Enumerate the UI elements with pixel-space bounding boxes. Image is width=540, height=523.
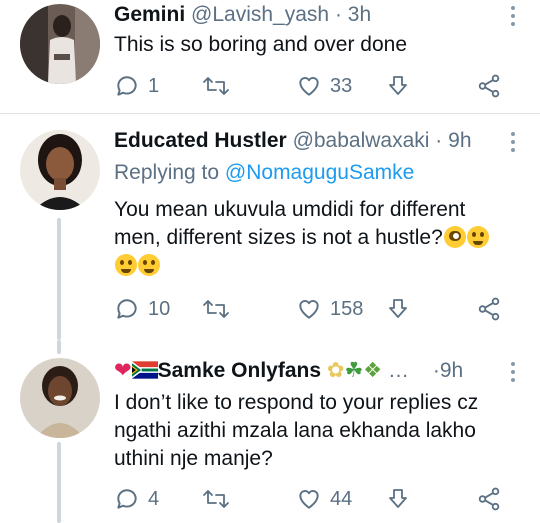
more-icon[interactable]: [510, 6, 516, 30]
tweet-text: I don’t like to respond to your replies …: [114, 389, 514, 473]
tweet-text: This is so boring and over done: [114, 33, 408, 56]
separator: ·: [334, 3, 342, 26]
retweet-icon: [203, 300, 229, 318]
like-icon: [299, 77, 319, 96]
user-handle[interactable]: @Lavish_yash: [191, 3, 329, 26]
thread-line: [57, 442, 61, 523]
tweet-actions: 10 158: [114, 294, 514, 324]
tweet-text-line: ngathi azithi mzala lana ekhanda lakho: [114, 419, 476, 442]
reply-count: 1: [148, 74, 160, 97]
retweet-icon: [203, 77, 229, 95]
reply-button[interactable]: 4: [114, 484, 159, 514]
timestamp[interactable]: 9h: [448, 129, 471, 152]
download-button[interactable]: [386, 294, 410, 324]
tweet-header: Educated Hustler @babalwaxaki · 9h: [114, 128, 472, 154]
reply-count: 10: [148, 297, 171, 320]
tweet-actions: 4 44: [114, 484, 514, 514]
tweet-text-line: [114, 252, 514, 280]
thread-line: [57, 340, 61, 354]
tweet-header: Gemini @Lavish_yash · 3h: [114, 2, 371, 28]
tweet-header: ❤ Samke Onlyfans ✿☘❖ … ·9h: [114, 358, 463, 384]
display-name[interactable]: Samke Onlyfans: [158, 359, 321, 382]
shamrock-emoji: ☘: [344, 359, 364, 382]
tweet-2[interactable]: Educated Hustler @babalwaxaki · 9h Reply…: [0, 114, 540, 340]
share-button[interactable]: [476, 71, 502, 101]
avatar[interactable]: [20, 4, 100, 84]
tweet-text-line: men, different sizes is not a hustle?: [114, 224, 514, 252]
retweet-button[interactable]: [202, 294, 238, 324]
reply-icon: [117, 76, 137, 96]
south-africa-flag-icon: [131, 361, 158, 379]
more-icon[interactable]: [510, 362, 516, 386]
like-count: 33: [330, 74, 353, 97]
tweet-text-line: I don’t like to respond to your replies …: [114, 391, 479, 414]
tweet-text-line-content: men, different sizes is not a hustle?: [114, 226, 443, 249]
display-name[interactable]: Gemini: [114, 3, 185, 26]
reply-icon: [117, 299, 137, 319]
rofl-emoji: [138, 254, 160, 276]
like-button[interactable]: 33: [296, 71, 352, 101]
replying-label: Replying to: [114, 161, 220, 184]
rofl-emoji: [466, 226, 489, 248]
share-icon: [478, 74, 500, 98]
like-count: 44: [330, 487, 353, 510]
tweet-actions: 1 33: [114, 71, 514, 101]
download-icon: [389, 76, 407, 95]
tweet-text: You mean ukuvula umdidi for different me…: [114, 196, 514, 280]
mention-link[interactable]: @NomaguguSamke: [225, 161, 414, 184]
like-icon: [299, 490, 319, 509]
more-icon[interactable]: [510, 132, 516, 156]
share-button[interactable]: [476, 294, 502, 324]
reply-button[interactable]: 10: [114, 294, 170, 324]
thread-line: [57, 218, 61, 340]
red-heart-emoji: ❤: [114, 359, 132, 382]
reply-count: 4: [148, 487, 160, 510]
separator: ·: [432, 359, 440, 382]
reply-button[interactable]: 1: [114, 71, 159, 101]
reply-icon: [117, 489, 137, 509]
replying-to: Replying to @NomaguguSamke: [114, 160, 414, 186]
retweet-icon: [203, 490, 229, 508]
tweet-3[interactable]: ❤ Samke Onlyfans ✿☘❖ … ·9h I don’t like t…: [0, 340, 540, 523]
user-handle[interactable]: …: [388, 359, 409, 382]
flushed-face-emoji: [443, 226, 466, 248]
timestamp[interactable]: 3h: [348, 3, 371, 26]
share-icon: [478, 487, 500, 511]
tweet-text-line: You mean ukuvula umdidi for different: [114, 198, 466, 221]
tweet-text-line: uthini nje manje?: [114, 447, 273, 470]
tweet-1[interactable]: Gemini @Lavish_yash · 3h This is so bori…: [0, 0, 540, 112]
download-icon: [389, 489, 407, 508]
retweet-button[interactable]: [202, 484, 238, 514]
download-button[interactable]: [386, 71, 410, 101]
separator: ·: [435, 129, 443, 152]
like-button[interactable]: 44: [296, 484, 352, 514]
share-button[interactable]: [476, 484, 502, 514]
timestamp[interactable]: 9h: [440, 359, 463, 382]
download-icon: [389, 299, 407, 318]
blossom-emoji: ✿: [326, 359, 345, 382]
user-handle[interactable]: @babalwaxaki: [293, 129, 430, 152]
display-name[interactable]: Educated Hustler: [114, 129, 287, 152]
bamboo-emoji: ❖: [363, 359, 383, 382]
retweet-button[interactable]: [202, 71, 238, 101]
avatar[interactable]: [20, 358, 100, 438]
download-button[interactable]: [386, 484, 410, 514]
share-icon: [478, 297, 500, 321]
like-button[interactable]: 158: [296, 294, 363, 324]
avatar[interactable]: [20, 130, 100, 210]
rofl-emoji: [115, 254, 137, 276]
like-count: 158: [330, 297, 364, 320]
like-icon: [299, 300, 319, 319]
